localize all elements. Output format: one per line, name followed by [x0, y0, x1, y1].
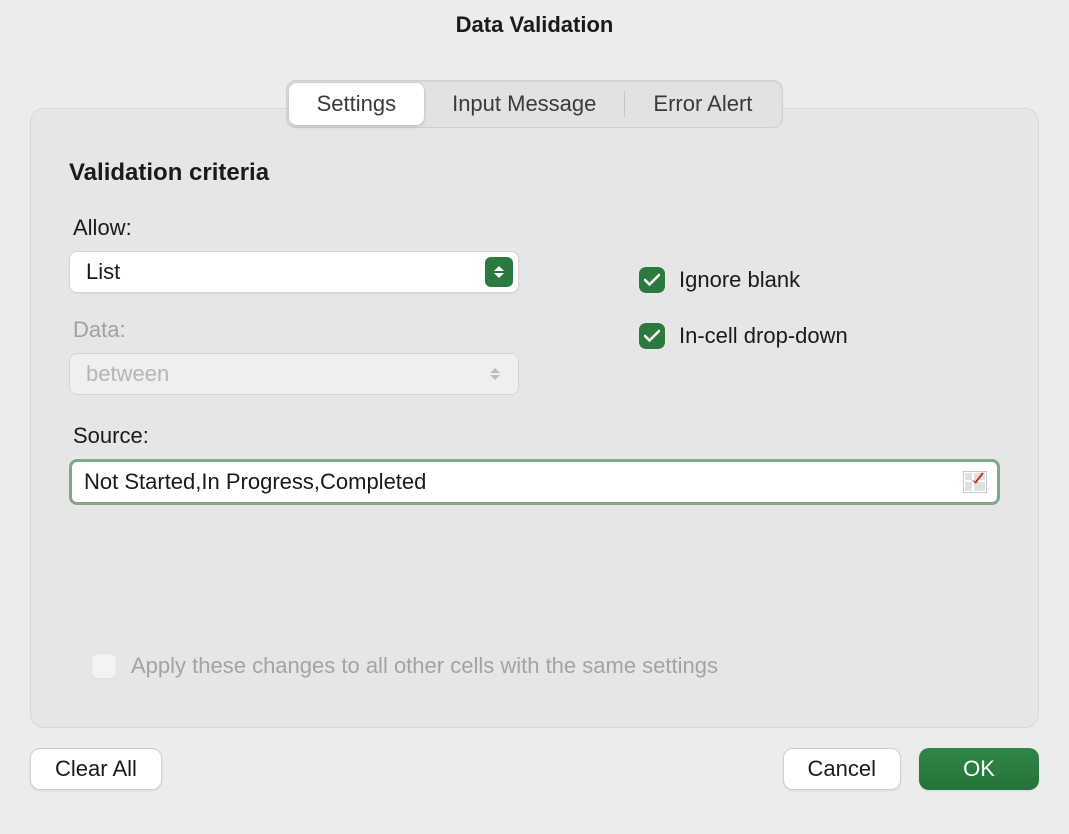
chevron-updown-icon [481, 359, 509, 389]
section-title: Validation criteria [69, 159, 1000, 187]
allow-label: Allow: [73, 215, 519, 241]
settings-panel: Validation criteria Allow: List Data: be… [30, 108, 1039, 728]
in-cell-dropdown-label: In-cell drop-down [679, 323, 848, 349]
tab-error-alert[interactable]: Error Alert [625, 83, 780, 125]
dialog-title: Data Validation [0, 0, 1069, 50]
in-cell-dropdown-row[interactable]: In-cell drop-down [639, 323, 848, 349]
data-label: Data: [73, 317, 519, 343]
data-select-value: between [69, 353, 519, 395]
allow-select-value: List [69, 251, 519, 293]
apply-all-checkbox [91, 653, 117, 679]
clear-all-button[interactable]: Clear All [30, 748, 162, 790]
allow-select[interactable]: List [69, 251, 519, 293]
range-picker-icon[interactable] [963, 471, 987, 493]
ok-button[interactable]: OK [919, 748, 1039, 790]
tab-group: Settings Input Message Error Alert [286, 80, 784, 128]
apply-all-label: Apply these changes to all other cells w… [131, 653, 718, 679]
ignore-blank-row[interactable]: Ignore blank [639, 267, 848, 293]
source-input[interactable] [74, 464, 995, 500]
tab-input-message[interactable]: Input Message [424, 83, 624, 125]
tab-strip: Settings Input Message Error Alert [30, 80, 1039, 128]
ignore-blank-checkbox[interactable] [639, 267, 665, 293]
tab-settings[interactable]: Settings [289, 83, 425, 125]
source-label: Source: [73, 423, 1000, 449]
data-select: between [69, 353, 519, 395]
in-cell-dropdown-checkbox[interactable] [639, 323, 665, 349]
check-icon [644, 273, 660, 287]
cancel-button[interactable]: Cancel [783, 748, 901, 790]
check-icon [644, 329, 660, 343]
apply-all-row: Apply these changes to all other cells w… [91, 653, 718, 679]
ignore-blank-label: Ignore blank [679, 267, 800, 293]
dialog-footer: Clear All Cancel OK [0, 748, 1069, 810]
chevron-updown-icon [485, 257, 513, 287]
source-input-wrap [69, 459, 1000, 505]
